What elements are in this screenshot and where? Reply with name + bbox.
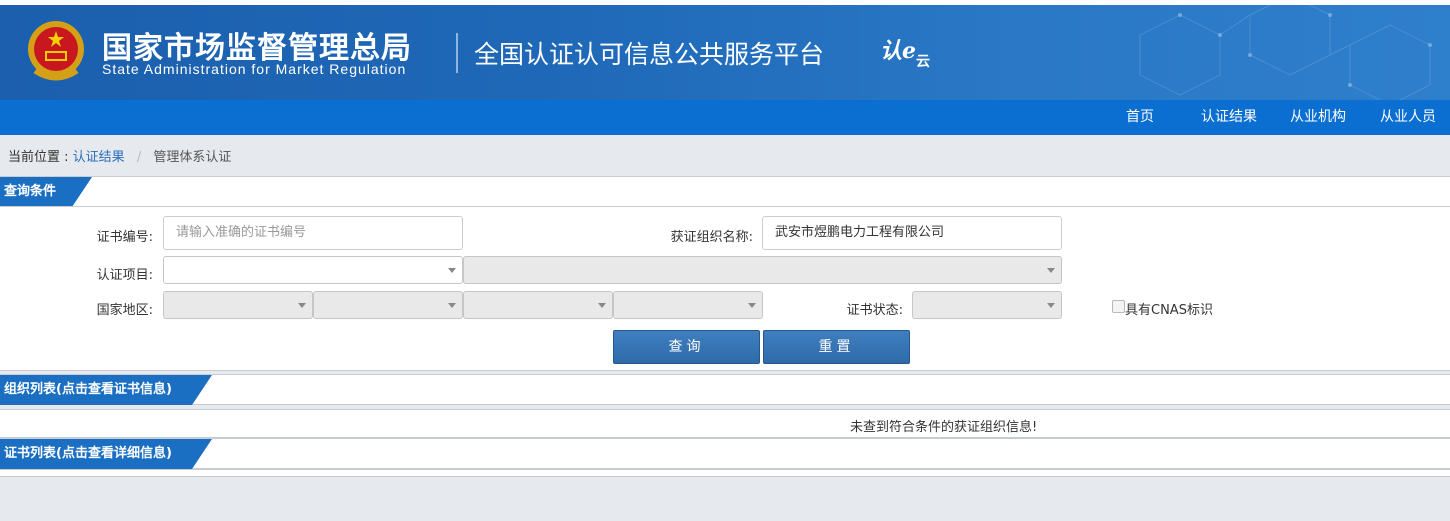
project-label: 认证项目:	[96, 268, 153, 283]
cnas-label: 具有CNAS标识	[1125, 303, 1213, 318]
breadcrumb: 当前位置 : 认证结果 / 管理体系认证	[8, 146, 231, 165]
breadcrumb-current: 管理体系认证	[153, 150, 232, 165]
network-decoration-icon	[1139, 5, 1432, 100]
nav-item-institutions[interactable]: 从业机构	[1290, 100, 1346, 135]
main-navbar: 首页 认证结果 从业机构 从业人员	[0, 100, 1450, 135]
chevron-down-icon	[448, 268, 456, 273]
cert-list-section-title: 证书列表(点击查看详细信息)	[0, 439, 212, 469]
cert-list-section: 证书列表(点击查看详细信息)	[0, 438, 1450, 469]
search-button[interactable]: 查询	[613, 330, 760, 364]
cert-list-body	[0, 469, 1450, 477]
org-name-label: 获证组织名称:	[670, 230, 753, 245]
org-list-section: 组织列表(点击查看证书信息)	[0, 374, 1450, 405]
nav-item-home[interactable]: 首页	[1126, 100, 1154, 135]
national-emblem-icon	[28, 21, 84, 81]
cloud-logo-main: 认e	[880, 38, 916, 64]
region-select-1[interactable]	[163, 291, 313, 319]
cnas-checkbox[interactable]	[1112, 300, 1125, 313]
agency-title-en: State Administration for Market Regulati…	[102, 61, 407, 77]
org-list-empty-row: 未查到符合条件的获证组织信息!	[0, 409, 1450, 438]
chevron-down-icon	[1047, 268, 1055, 273]
query-section: 查询条件 证书编号: 请输入准确的证书编号 获证组织名称: 武安市煜鹏电力工程有…	[0, 176, 1450, 371]
cert-no-input[interactable]: 请输入准确的证书编号	[163, 216, 463, 250]
project-select[interactable]	[163, 256, 463, 284]
org-list-empty-message: 未查到符合条件的获证组织信息!	[850, 420, 1038, 435]
cloud-logo: 认e云	[880, 33, 930, 70]
nav-item-cert-results[interactable]: 认证结果	[1201, 100, 1257, 135]
chevron-down-icon	[1047, 303, 1055, 308]
status-select[interactable]	[912, 291, 1062, 319]
nav-item-personnel[interactable]: 从业人员	[1380, 100, 1436, 135]
cert-no-label: 证书编号:	[96, 230, 153, 245]
header-banner: 国家市场监督管理总局 State Administration for Mark…	[0, 5, 1450, 100]
chevron-down-icon	[298, 303, 306, 308]
section-divider	[0, 206, 1450, 207]
region-select-3[interactable]	[463, 291, 613, 319]
status-label: 证书状态:	[846, 303, 903, 318]
region-select-4[interactable]	[613, 291, 763, 319]
platform-title: 全国认证认可信息公共服务平台	[474, 40, 825, 69]
chevron-down-icon	[448, 303, 456, 308]
cloud-logo-sub: 云	[916, 54, 930, 70]
org-name-input[interactable]: 武安市煜鹏电力工程有限公司	[762, 216, 1062, 250]
project-sub-select[interactable]	[463, 256, 1062, 284]
breadcrumb-prefix: 当前位置 :	[8, 150, 69, 165]
breadcrumb-link-cert-results[interactable]: 认证结果	[73, 150, 125, 165]
reset-button[interactable]: 重置	[763, 330, 910, 364]
org-list-section-title: 组织列表(点击查看证书信息)	[0, 375, 212, 405]
title-divider	[456, 33, 458, 73]
chevron-down-icon	[748, 303, 756, 308]
chevron-down-icon	[598, 303, 606, 308]
breadcrumb-separator: /	[136, 150, 142, 165]
region-label: 国家地区:	[96, 303, 153, 318]
query-section-title: 查询条件	[0, 177, 92, 207]
region-select-2[interactable]	[313, 291, 463, 319]
